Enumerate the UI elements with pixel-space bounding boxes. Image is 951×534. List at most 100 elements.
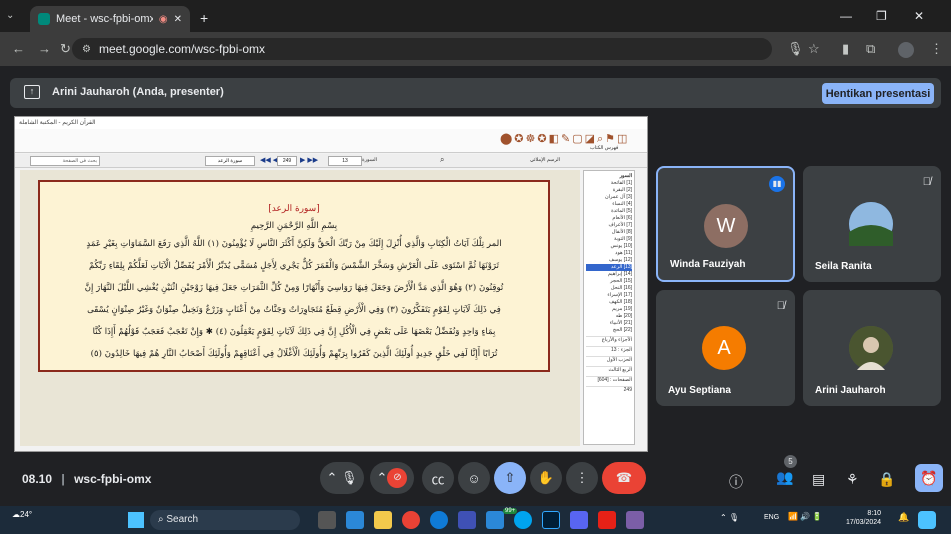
- participant-tile[interactable]: A 🎙̸ Ayu Septiana: [656, 290, 795, 406]
- sidebar-surah-item[interactable]: [20] طه: [586, 313, 632, 320]
- taskbar-clock[interactable]: 8:10 17/03/2024: [846, 509, 881, 527]
- minimize-button[interactable]: —: [840, 9, 852, 23]
- sidebar-surah-item[interactable]: [2] البقرة: [586, 187, 632, 194]
- app-icon[interactable]: [458, 511, 476, 529]
- sidebar-surah-item[interactable]: [13] الرعد: [586, 264, 632, 271]
- sidebar-surah-item[interactable]: [5] المائدة: [586, 208, 632, 215]
- bookmark-star-icon[interactable]: ☆: [808, 41, 820, 57]
- sidebar-surah-item[interactable]: [17] الإسراء: [586, 292, 632, 299]
- sidebar-surah-item[interactable]: [16] النحل: [586, 285, 632, 292]
- nav-arrows-icon[interactable]: ◀◀ ◀: [260, 156, 278, 164]
- sidebar-bottom-item: الربع الثالث: [586, 366, 632, 374]
- chat-icon[interactable]: ▤: [812, 471, 825, 488]
- sidebar-bottom-item: الصفحات : [604]: [586, 376, 632, 384]
- browser-menu-icon[interactable]: ⋮: [930, 41, 943, 57]
- avatar: [849, 202, 893, 246]
- notification-bell-icon[interactable]: 🔔: [898, 512, 909, 523]
- stop-presenting-button[interactable]: Hentikan presentasi: [822, 83, 934, 104]
- tray-icons[interactable]: ⌃ 🎙: [720, 513, 739, 522]
- participant-tile[interactable]: W ▮▮ Winda Fauziyah: [656, 166, 795, 282]
- extensions-icon[interactable]: ⧉: [866, 41, 875, 57]
- participant-tile[interactable]: 🎙̸ Seila Ranita: [803, 166, 941, 282]
- language-indicator[interactable]: ENG: [764, 514, 779, 521]
- weather-widget[interactable]: ☁24°: [12, 510, 32, 519]
- copilot-icon[interactable]: [918, 511, 936, 529]
- nav-forward-icon[interactable]: ▶ ▶▶: [300, 156, 318, 164]
- network-volume-battery-icons[interactable]: 📶 🔊 🔋: [788, 512, 822, 521]
- edge-icon[interactable]: [430, 511, 448, 529]
- sidebar-tab[interactable]: السور: [586, 173, 632, 180]
- weather-temp: 24°: [20, 510, 33, 519]
- address-bar[interactable]: ⚙ meet.google.com/wsc-fpbi-omx: [72, 38, 772, 60]
- sidebar-surah-item[interactable]: [8] الأنفال: [586, 229, 632, 236]
- raise-hand-button[interactable]: ✋: [530, 462, 562, 494]
- mic-permission-icon[interactable]: 🎙: [787, 41, 804, 57]
- restore-button[interactable]: ❐: [876, 9, 887, 23]
- meeting-details-icon[interactable]: ⓘ: [729, 472, 743, 492]
- file-explorer-icon[interactable]: [374, 511, 392, 529]
- microphone-button[interactable]: ⌃ 🎙: [320, 462, 364, 494]
- tab-list-chevron-icon[interactable]: ⌄: [6, 10, 14, 21]
- portrait-photo-icon: [849, 326, 893, 370]
- present-button[interactable]: ⇧: [494, 462, 526, 494]
- sidebar-surah-item[interactable]: [19] مريم: [586, 306, 632, 313]
- photoshop-icon[interactable]: [542, 511, 560, 529]
- reading-list-icon[interactable]: ▮: [842, 41, 849, 57]
- participant-tile[interactable]: Arini Jauharoh: [803, 290, 941, 406]
- surah-index-list[interactable]: السور [1] الفاتحة [2] البقرة [3] آل عمران[…: [583, 170, 635, 445]
- sidebar-surah-item[interactable]: [3] آل عمران: [586, 194, 632, 201]
- sidebar-surah-item[interactable]: [11] هود: [586, 250, 632, 257]
- close-window-button[interactable]: ✕: [914, 9, 924, 23]
- mic-off-icon: 🎙̸: [922, 176, 931, 188]
- chrome-icon[interactable]: [402, 511, 420, 529]
- sidebar-surah-item[interactable]: [21] الأنبياء: [586, 320, 632, 327]
- browser-icon[interactable]: [514, 511, 532, 529]
- start-button[interactable]: [128, 512, 144, 528]
- app-icon[interactable]: [570, 511, 588, 529]
- app-icon[interactable]: [626, 511, 644, 529]
- page-search-input[interactable]: بحث في الصفحة: [30, 156, 100, 166]
- sidebar-surah-item[interactable]: [18] الكهف: [586, 299, 632, 306]
- search-icon[interactable]: ⌕: [440, 155, 444, 165]
- activities-icon[interactable]: ⚘: [846, 471, 859, 488]
- taskbar-search[interactable]: ⌕ Search: [150, 510, 300, 530]
- new-tab-button[interactable]: +: [200, 10, 208, 26]
- people-icon[interactable]: 👥: [776, 469, 793, 486]
- sidebar-surah-item[interactable]: [10] يونس: [586, 243, 632, 250]
- sidebar-surah-item[interactable]: [22] الحج: [586, 327, 632, 334]
- sidebar-surah-item[interactable]: [12] يوسف: [586, 257, 632, 264]
- avatar: A: [702, 326, 746, 370]
- sidebar-surah-item[interactable]: [14] إبراهيم: [586, 271, 632, 278]
- reload-icon[interactable]: ↻: [60, 41, 71, 57]
- forward-icon[interactable]: →: [38, 41, 51, 56]
- leave-call-button[interactable]: ☎: [602, 462, 646, 494]
- url-text: meet.google.com/wsc-fpbi-omx: [98, 42, 266, 56]
- youtube-icon[interactable]: [598, 511, 616, 529]
- meeting-code: wsc-fpbi-omx: [74, 472, 152, 486]
- more-options-button[interactable]: ⋮: [566, 462, 598, 494]
- surah-select[interactable]: سورة الرعد: [205, 156, 255, 166]
- recording-dot-icon: ◉: [158, 13, 168, 25]
- task-view-icon[interactable]: [318, 511, 336, 529]
- teams-icon[interactable]: [346, 511, 364, 529]
- sidebar-surah-item[interactable]: [6] الأنعام: [586, 215, 632, 222]
- sidebar-surah-item[interactable]: [1] الفاتحة: [586, 180, 632, 187]
- sidebar-surah-item[interactable]: [4] النساء: [586, 201, 632, 208]
- sidebar-surah-item[interactable]: [9] التوبة: [586, 236, 632, 243]
- profile-avatar[interactable]: [898, 42, 914, 58]
- back-icon[interactable]: ←: [12, 41, 25, 56]
- site-settings-icon[interactable]: ⚙: [82, 44, 91, 55]
- mail-icon[interactable]: [486, 511, 504, 529]
- tab-title: Meet - wsc-fpbi-omx: [56, 13, 153, 25]
- page-number-field[interactable]: 249: [277, 156, 297, 166]
- host-controls-icon[interactable]: 🔒: [878, 471, 895, 488]
- sidebar-surah-item[interactable]: [15] الحجر: [586, 278, 632, 285]
- emoji-button[interactable]: ☺: [458, 462, 490, 494]
- activity-clock-button[interactable]: ⏰: [915, 464, 943, 492]
- camera-button[interactable]: ⌃ ⊘: [370, 462, 414, 494]
- sidebar-surah-item[interactable]: [7] الأعراف: [586, 222, 632, 229]
- captions-button[interactable]: ㏄: [422, 462, 454, 494]
- surah-number-field[interactable]: 13: [328, 156, 362, 166]
- browser-tab[interactable]: Meet - wsc-fpbi-omx ◉ ✕: [30, 6, 190, 32]
- tab-close-icon[interactable]: ✕: [174, 14, 182, 25]
